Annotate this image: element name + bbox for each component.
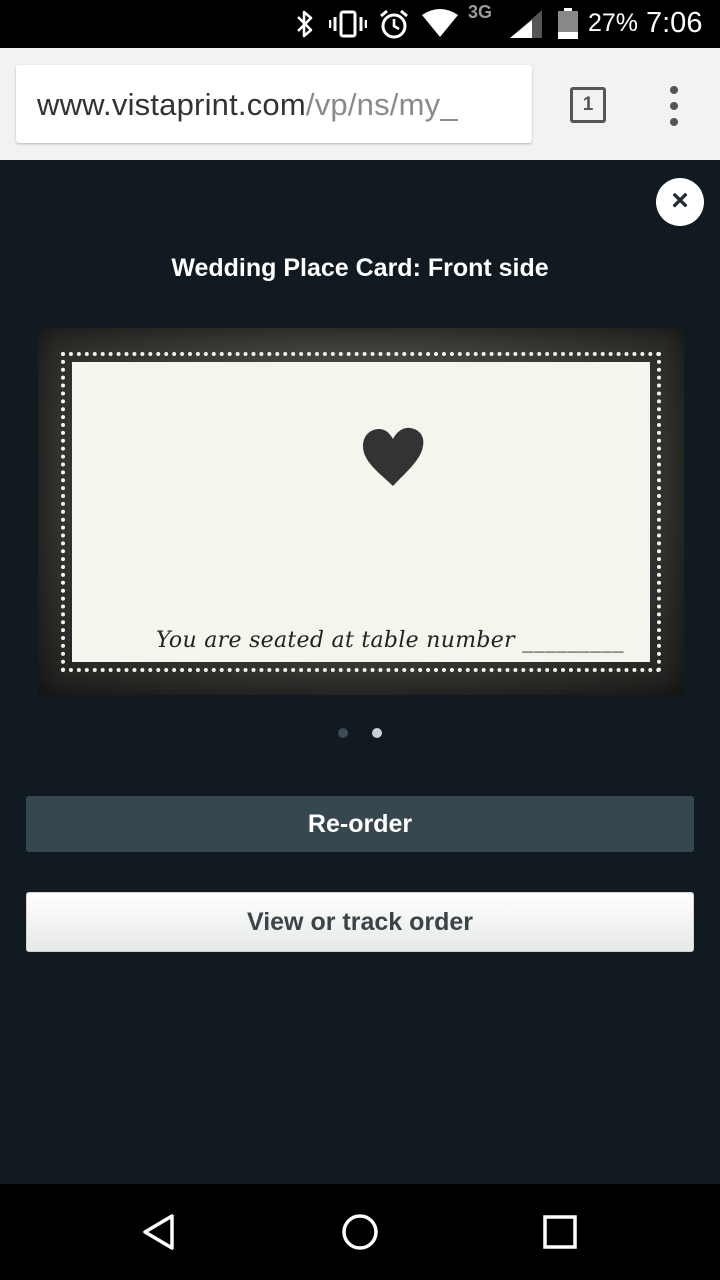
url-host: www.vistaprint.com	[37, 87, 306, 122]
status-bar: 3G 27% 7:06	[0, 0, 720, 48]
battery-percent: 27%	[588, 9, 639, 37]
preview-overlay: × Wedding Place Card: Front side You are…	[0, 160, 720, 1184]
close-button[interactable]: ×	[656, 178, 704, 226]
wifi-icon	[420, 8, 460, 40]
carousel-pager	[0, 726, 720, 740]
battery-icon	[556, 8, 580, 40]
alarm-icon	[378, 8, 410, 40]
card-face: You are seated at table number _________	[72, 362, 650, 662]
url-bar[interactable]: www.vistaprint.com/vp/ns/my_	[16, 65, 532, 143]
cell-signal-3g-icon: 3G	[466, 2, 546, 40]
place-card-preview[interactable]: You are seated at table number _________	[38, 328, 684, 695]
heart-icon	[363, 427, 424, 486]
vibrate-icon	[328, 8, 368, 40]
url-path: /vp/ns/my_	[305, 87, 458, 122]
url-text[interactable]: www.vistaprint.com/vp/ns/my_	[37, 87, 458, 123]
page-title: Wedding Place Card: Front side	[171, 254, 549, 282]
home-icon[interactable]	[340, 1212, 380, 1252]
overflow-menu-icon[interactable]	[663, 86, 685, 126]
system-nav-bar	[0, 1184, 720, 1280]
back-icon[interactable]	[140, 1212, 180, 1252]
recents-icon[interactable]	[540, 1212, 580, 1252]
reorder-button[interactable]: Re-order	[26, 796, 694, 852]
browser-toolbar: www.vistaprint.com/vp/ns/my_ 1	[0, 48, 720, 160]
bluetooth-icon	[292, 8, 318, 40]
view-track-order-button[interactable]: View or track order	[26, 892, 694, 952]
pager-dot-1[interactable]	[338, 728, 348, 738]
clock: 7:06	[646, 7, 703, 39]
tab-switcher-button[interactable]: 1	[570, 87, 606, 123]
card-text: You are seated at table number _________	[156, 628, 624, 653]
pager-dot-2-active[interactable]	[372, 728, 382, 738]
